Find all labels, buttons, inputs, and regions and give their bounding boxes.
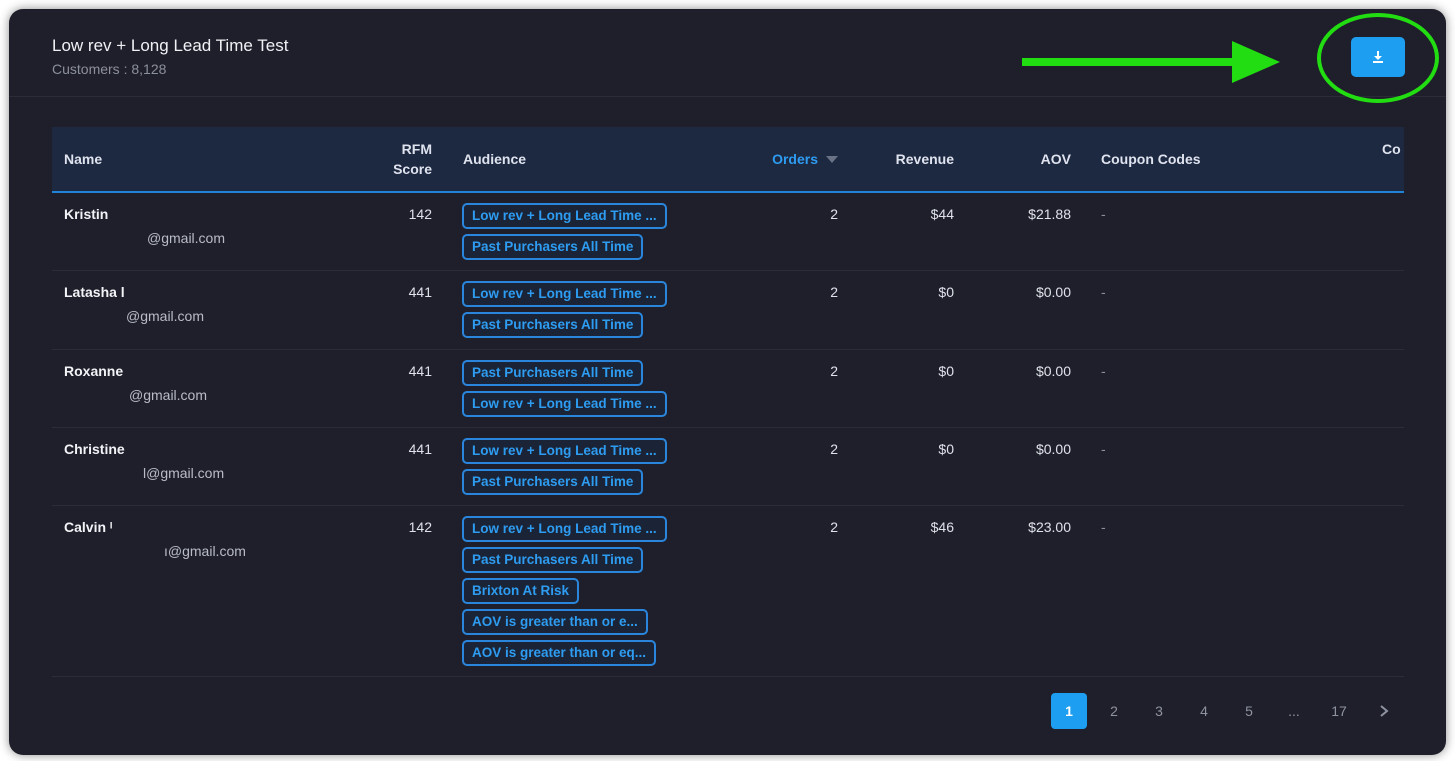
customers-table: Name RFM Score Audience Orders Revenue A… [52, 127, 1404, 677]
audience-tag[interactable]: Past Purchasers All Time [462, 360, 644, 386]
table-row[interactable]: Calvin ᴵ ı@gmail.com 142 Low rev + Long Lea… [52, 506, 1404, 677]
orders-count: 2 [830, 206, 838, 222]
customer-email: l@gmail.com [143, 465, 225, 481]
audience-tag[interactable]: Low rev + Long Lead Time ... [462, 516, 667, 542]
revenue-value: $44 [930, 206, 954, 222]
audience-tag[interactable]: Past Purchasers All Time [462, 469, 644, 495]
audience-tags: Low rev + Long Lead Time ... Past Purchas… [462, 438, 667, 500]
sort-desc-icon [826, 155, 838, 163]
pagination: 1 2 3 4 5... 17 [1051, 693, 1411, 729]
customer-email: @gmail.com [147, 230, 226, 246]
aov-value: $0.00 [1035, 363, 1071, 379]
download-button[interactable] [1351, 37, 1405, 77]
rfm-score: 441 [408, 363, 432, 379]
audience-tag[interactable]: Brixton At Risk [462, 578, 580, 604]
col-rfm-line2: Score [393, 161, 432, 177]
table-body: Kristin @gmail.com 142 Low rev + Long Lead … [52, 193, 1404, 677]
aov-value: $21.88 [1028, 206, 1071, 222]
coupon-codes: - [1101, 441, 1106, 457]
coupon-codes: - [1101, 519, 1106, 535]
customer-name[interactable]: Roxanne [64, 363, 123, 379]
download-icon [1373, 51, 1383, 63]
page-button[interactable]: 2 [1096, 693, 1132, 729]
table-row[interactable]: Christine l@gmail.com 441 Low rev + Long Le… [52, 428, 1404, 506]
audience-tags: Past Purchasers All Time Low rev + Long L… [462, 360, 667, 422]
audience-tag[interactable]: Low rev + Long Lead Time ... [462, 281, 667, 307]
col-coupon-codes[interactable]: Coupon Codes [1101, 127, 1201, 191]
segment-panel: Low rev + Long Lead Time Test Customers … [9, 9, 1446, 755]
customer-name[interactable]: Christine [64, 441, 125, 457]
page-button[interactable]: 4 [1186, 693, 1222, 729]
customer-name[interactable]: Latasha l [64, 284, 125, 300]
audience-tag[interactable]: Low rev + Long Lead Time ... [462, 203, 667, 229]
rfm-score: 142 [408, 519, 432, 535]
next-page-button[interactable] [1366, 693, 1402, 729]
audience-tag[interactable]: AOV is greater than or eq... [462, 640, 657, 666]
aov-value: $0.00 [1035, 441, 1071, 457]
orders-count: 2 [830, 519, 838, 535]
col-audience[interactable]: Audience [463, 127, 526, 191]
table-row[interactable]: Kristin @gmail.com 142 Low rev + Long Lead … [52, 193, 1404, 271]
rfm-score: 142 [408, 206, 432, 222]
col-rfm-score[interactable]: RFM Score [352, 127, 432, 191]
orders-count: 2 [830, 363, 838, 379]
col-name[interactable]: Name [64, 127, 102, 191]
col-aov[interactable]: AOV [992, 127, 1071, 191]
aov-value: $0.00 [1035, 284, 1071, 300]
coupon-codes: - [1101, 284, 1106, 300]
col-orders-label: Orders [772, 151, 818, 167]
aov-value: $23.00 [1028, 519, 1071, 535]
revenue-value: $0 [938, 284, 954, 300]
table-row[interactable]: Latasha l @gmail.com 441 Low rev + Long Lea… [52, 271, 1404, 350]
revenue-value: $0 [938, 441, 954, 457]
audience-tags: Low rev + Long Lead Time ... Past Purchas… [462, 203, 667, 265]
orders-count: 2 [830, 441, 838, 457]
col-truncated[interactable]: Co [1382, 117, 1401, 181]
audience-tag[interactable]: Low rev + Long Lead Time ... [462, 438, 667, 464]
table-row[interactable]: Roxanne @gmail.com 441 Past Purchasers All … [52, 350, 1404, 428]
table-header: Name RFM Score Audience Orders Revenue A… [52, 127, 1404, 193]
page-title: Low rev + Long Lead Time Test [52, 36, 289, 55]
col-revenue[interactable]: Revenue [852, 127, 954, 191]
rfm-score: 441 [408, 284, 432, 300]
customer-email: ı@gmail.com [164, 543, 246, 559]
revenue-value: $46 [930, 519, 954, 535]
col-rfm-line1: RFM [401, 141, 432, 157]
chevron-right-icon [1380, 705, 1389, 717]
orders-count: 2 [830, 284, 838, 300]
rfm-score: 441 [408, 441, 432, 457]
page-button[interactable]: 5 [1231, 693, 1267, 729]
page-button[interactable]: 3 [1141, 693, 1177, 729]
page-button[interactable]: 1 [1051, 693, 1087, 729]
customer-email: @gmail.com [129, 387, 208, 403]
audience-tags: Low rev + Long Lead Time ... Past Purchas… [462, 281, 667, 343]
coupon-codes: - [1101, 363, 1106, 379]
audience-tag[interactable]: Past Purchasers All Time [462, 312, 644, 338]
col-orders[interactable]: Orders [732, 127, 838, 191]
audience-tag[interactable]: Past Purchasers All Time [462, 547, 644, 573]
customer-name[interactable]: Kristin [64, 206, 108, 222]
header-divider [9, 96, 1446, 97]
customer-email: @gmail.com [126, 308, 205, 324]
audience-tag[interactable]: Past Purchasers All Time [462, 234, 644, 260]
annotation-arrow-icon [1022, 41, 1280, 83]
revenue-value: $0 [938, 363, 954, 379]
audience-tag[interactable]: Low rev + Long Lead Time ... [462, 391, 667, 417]
page-ellipsis: ... [1288, 703, 1300, 719]
audience-tags: Low rev + Long Lead Time ... Past Purchas… [462, 516, 667, 671]
page-button[interactable]: 17 [1321, 693, 1357, 729]
customer-name[interactable]: Calvin ᴵ [64, 519, 112, 535]
audience-tag[interactable]: AOV is greater than or e... [462, 609, 648, 635]
coupon-codes: - [1101, 206, 1106, 222]
customer-count: Customers : 8,128 [52, 61, 167, 77]
